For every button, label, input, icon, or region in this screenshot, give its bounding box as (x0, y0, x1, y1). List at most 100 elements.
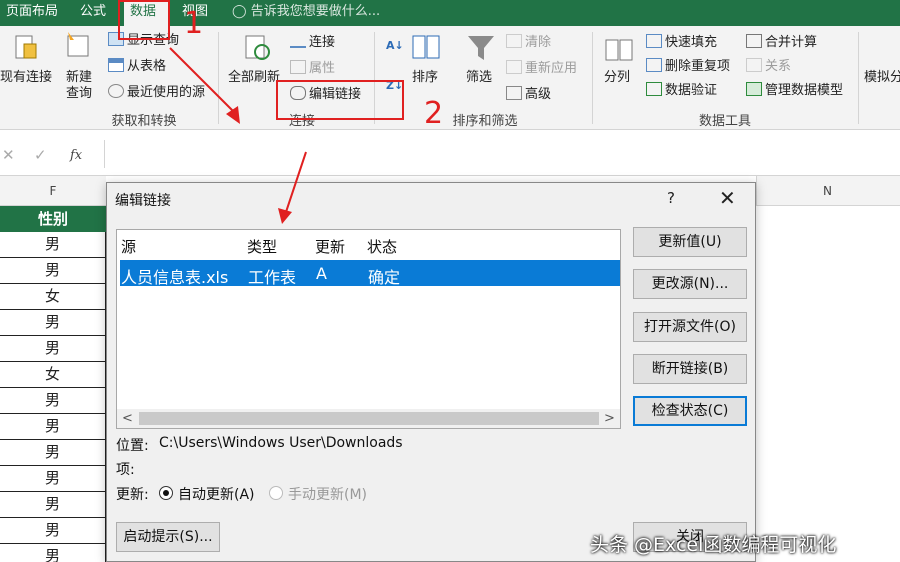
table-row[interactable]: 男 (0, 544, 106, 562)
filter-funnel-icon (468, 36, 494, 60)
relationships-button[interactable]: 关系 (746, 58, 791, 75)
relationships-icon (746, 58, 762, 72)
open-source-button[interactable]: 打开源文件(O) (633, 312, 747, 342)
advanced-filter-button[interactable]: 高级 (506, 86, 551, 103)
table-row[interactable]: 男 (0, 232, 106, 258)
list-item[interactable]: 人员信息表.xls 工作表 A 确定 (120, 260, 620, 287)
table-row[interactable]: 男 (0, 388, 106, 414)
close-icon[interactable]: ✕ (719, 185, 736, 211)
header-cell-gender[interactable]: 性别 (0, 206, 106, 232)
manage-data-model-button[interactable]: 管理数据模型 (746, 82, 843, 99)
recent-sources-button[interactable]: 最近使用的源 (108, 84, 205, 101)
auto-update-radio[interactable] (159, 486, 173, 500)
link-source: 人员信息表.xls (121, 268, 229, 287)
annotation-box-edit-links (276, 80, 404, 120)
column-header-n[interactable]: N (756, 176, 900, 206)
auto-update-label[interactable]: 自动更新(A) (178, 484, 255, 504)
from-table-button[interactable]: 从表格 (108, 58, 166, 75)
lightbulb-icon: ◯ (232, 4, 247, 19)
location-value: C:\Users\Windows User\Downloads (159, 435, 403, 451)
advanced-icon (506, 86, 522, 100)
sort-button[interactable]: 排序 (412, 70, 438, 86)
sort-icon (412, 35, 440, 59)
refresh-all-icon (245, 35, 270, 60)
text-to-columns-icon (605, 39, 633, 61)
new-query-button[interactable]: 新建 查询 (66, 70, 100, 102)
links-list[interactable]: 源 类型 更新 状态 人员信息表.xls 工作表 A 确定 < > (116, 229, 621, 429)
link-type: 工作表 (248, 268, 297, 287)
annotation-step-1: 1 (184, 6, 204, 41)
remove-duplicates-button[interactable]: 删除重复项 (646, 58, 730, 75)
connections-icon (290, 34, 306, 48)
sort-az-icon[interactable]: A↓ (386, 38, 404, 54)
table-row[interactable]: 男 (0, 466, 106, 492)
check-status-button[interactable]: 检查状态(C) (633, 396, 747, 426)
new-query-icon (67, 32, 89, 57)
update-values-button[interactable]: 更新值(U) (633, 227, 747, 257)
horizontal-scrollbar[interactable]: < > (117, 409, 620, 428)
cancel-icon[interactable]: ✕ (2, 146, 15, 164)
dialog-title: 编辑链接 (115, 193, 171, 209)
col-header-source[interactable]: 源 (121, 236, 136, 257)
consolidate-button[interactable]: 合并计算 (746, 34, 817, 51)
group-label-data-tools: 数据工具 (698, 114, 751, 129)
table-row[interactable]: 男 (0, 492, 106, 518)
data-validation-button[interactable]: 数据验证 (646, 82, 717, 99)
col-header-status[interactable]: 状态 (367, 236, 397, 257)
col-header-type[interactable]: 类型 (247, 236, 277, 257)
formula-input[interactable] (104, 140, 900, 168)
clear-filter-button[interactable]: 清除 (506, 34, 551, 51)
scroll-right-icon[interactable]: > (604, 409, 615, 428)
startup-prompt-button[interactable]: 启动提示(S)... (116, 522, 220, 552)
remove-duplicates-icon (646, 58, 662, 72)
col-header-update[interactable]: 更新 (315, 236, 345, 257)
table-row[interactable]: 男 (0, 258, 106, 284)
break-link-button[interactable]: 断开链接(B) (633, 354, 747, 384)
change-source-button[interactable]: 更改源(N)... (633, 269, 747, 299)
manual-update-radio[interactable] (269, 486, 283, 500)
table-row[interactable]: 男 (0, 518, 106, 544)
clock-icon (108, 84, 124, 98)
properties-button[interactable]: 属性 (290, 60, 335, 77)
tab-formulas[interactable]: 公式 (74, 0, 112, 26)
data-model-icon (746, 82, 762, 96)
annotation-box-data-tab (118, 0, 170, 40)
table-row[interactable]: 男 (0, 310, 106, 336)
filter-button[interactable]: 筛选 (466, 70, 492, 86)
refresh-all-button[interactable]: 全部刷新 (228, 70, 280, 86)
tell-me-text: 告诉我您想要做什么... (250, 4, 381, 19)
existing-connections-button[interactable]: 现有连接 (0, 70, 52, 86)
properties-icon (290, 60, 306, 74)
table-row[interactable]: 女 (0, 362, 106, 388)
scroll-thumb[interactable] (139, 412, 599, 425)
flash-fill-button[interactable]: 快速填充 (646, 34, 717, 51)
column-header-f[interactable]: F (0, 176, 106, 206)
tab-page-layout[interactable]: 页面布局 (0, 0, 64, 26)
link-update: A (316, 264, 327, 283)
ribbon: 现有连接 新建 查询 显示查询 从表格 最近使用的源 获取和转换 全部刷新 连接… (0, 26, 900, 130)
what-if-button[interactable]: 模拟分 (864, 70, 900, 86)
clear-icon (506, 34, 522, 48)
table-row[interactable]: 女 (0, 284, 106, 310)
update-label: 更新: (116, 487, 149, 503)
scroll-left-icon[interactable]: < (122, 409, 133, 428)
watermark: 头条 @Excel函数编程可视化 (590, 534, 837, 556)
edit-links-dialog: 编辑链接 ? ✕ 源 类型 更新 状态 人员信息表.xls 工作表 A 确定 <… (106, 182, 756, 562)
existing-connections-icon (15, 35, 37, 59)
consolidate-icon (746, 34, 762, 48)
help-icon[interactable]: ? (667, 189, 675, 207)
table-row[interactable]: 男 (0, 440, 106, 466)
table-row[interactable]: 男 (0, 336, 106, 362)
enter-icon[interactable]: ✓ (34, 146, 47, 164)
tell-me-search[interactable]: ◯ 告诉我您想要做什么... (232, 0, 380, 26)
text-to-columns-button[interactable]: 分列 (604, 70, 630, 86)
table-row[interactable]: 男 (0, 414, 106, 440)
item-label: 项: (116, 462, 135, 478)
reapply-button[interactable]: 重新应用 (506, 60, 577, 77)
table-icon (108, 58, 124, 72)
annotation-step-2: 2 (424, 96, 444, 131)
location-label: 位置: (116, 438, 149, 454)
connections-button[interactable]: 连接 (290, 34, 335, 51)
manual-update-label[interactable]: 手动更新(M) (288, 484, 367, 504)
fx-icon[interactable]: fx (70, 148, 82, 163)
